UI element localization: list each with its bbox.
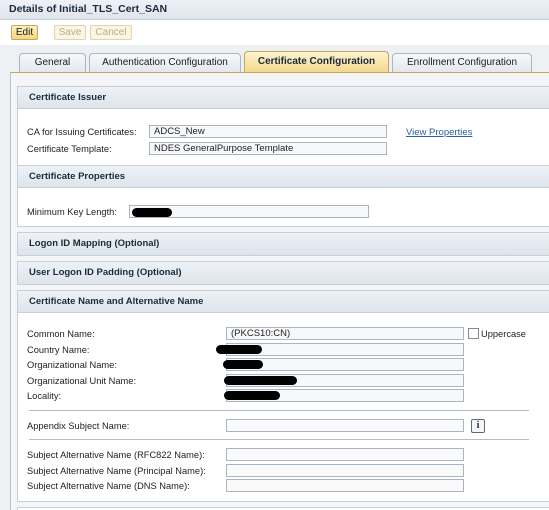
certificate-properties-header[interactable]: Certificate Properties (18, 166, 549, 188)
certificate-name-panel: Certificate Name and Alternative Name Co… (17, 290, 549, 502)
logon-id-mapping-panel: Logon ID Mapping (Optional) (17, 232, 549, 256)
section-divider (29, 439, 529, 440)
san-principal-label: Subject Alternative Name (Principal Name… (27, 466, 206, 476)
cancel-button[interactable]: Cancel (90, 25, 132, 40)
san-rfc822-field[interactable] (226, 448, 464, 461)
uppercase-label: Uppercase (481, 329, 526, 339)
info-icon[interactable]: i (471, 419, 485, 433)
template-field[interactable] (149, 142, 387, 155)
edit-button[interactable]: Edit (11, 25, 38, 40)
appendix-subject-name-field[interactable] (226, 419, 464, 432)
certificate-issuer-header[interactable]: Certificate Issuer (18, 87, 549, 109)
redaction-mark (132, 208, 172, 217)
redaction-mark (223, 360, 263, 369)
save-button[interactable]: Save (54, 25, 86, 40)
min-key-length-label: Minimum Key Length: (27, 207, 117, 217)
certificate-name-header[interactable]: Certificate Name and Alternative Name (18, 291, 549, 313)
common-name-field[interactable] (226, 327, 464, 340)
organizational-unit-name-label: Organizational Unit Name: (27, 376, 137, 386)
tab-authentication-configuration[interactable]: Authentication Configuration (89, 53, 241, 72)
redaction-mark (224, 376, 297, 385)
logon-id-mapping-header[interactable]: Logon ID Mapping (Optional) (18, 233, 549, 255)
san-rfc822-label: Subject Alternative Name (RFC822 Name): (27, 450, 205, 460)
common-name-label: Common Name: (27, 329, 95, 339)
template-label: Certificate Template: (27, 144, 112, 154)
ca-field[interactable] (149, 125, 387, 138)
window-title: Details of Initial_TLS_Cert_SAN (0, 0, 549, 20)
tab-enrollment-configuration[interactable]: Enrollment Configuration (392, 53, 532, 72)
country-name-label: Country Name: (27, 345, 90, 355)
section-divider (29, 410, 529, 411)
san-principal-field[interactable] (226, 464, 464, 477)
redaction-mark (216, 345, 262, 354)
uppercase-checkbox[interactable] (468, 328, 479, 339)
tab-general[interactable]: General (19, 53, 86, 72)
appendix-subject-name-label: Appendix Subject Name: (27, 421, 130, 431)
locality-label: Locality: (27, 391, 62, 401)
tab-content: Certificate Issuer CA for Issuing Certif… (10, 72, 549, 510)
tab-certificate-configuration[interactable]: Certificate Configuration (244, 51, 389, 73)
certificate-properties-panel: Certificate Properties Minimum Key Lengt… (17, 165, 549, 227)
redaction-mark (224, 391, 280, 400)
san-dns-field[interactable] (226, 479, 464, 492)
ca-label: CA for Issuing Certificates: (27, 127, 137, 137)
view-properties-link[interactable]: View Properties (406, 127, 472, 138)
toolbar: Edit Save Cancel (0, 21, 549, 45)
san-dns-label: Subject Alternative Name (DNS Name): (27, 481, 190, 491)
user-logon-id-padding-header[interactable]: User Logon ID Padding (Optional) (18, 262, 549, 284)
organizational-name-label: Organizational Name: (27, 360, 117, 370)
tab-strip: General Authentication Configuration Cer… (0, 45, 549, 510)
user-logon-id-padding-panel: User Logon ID Padding (Optional) (17, 261, 549, 285)
